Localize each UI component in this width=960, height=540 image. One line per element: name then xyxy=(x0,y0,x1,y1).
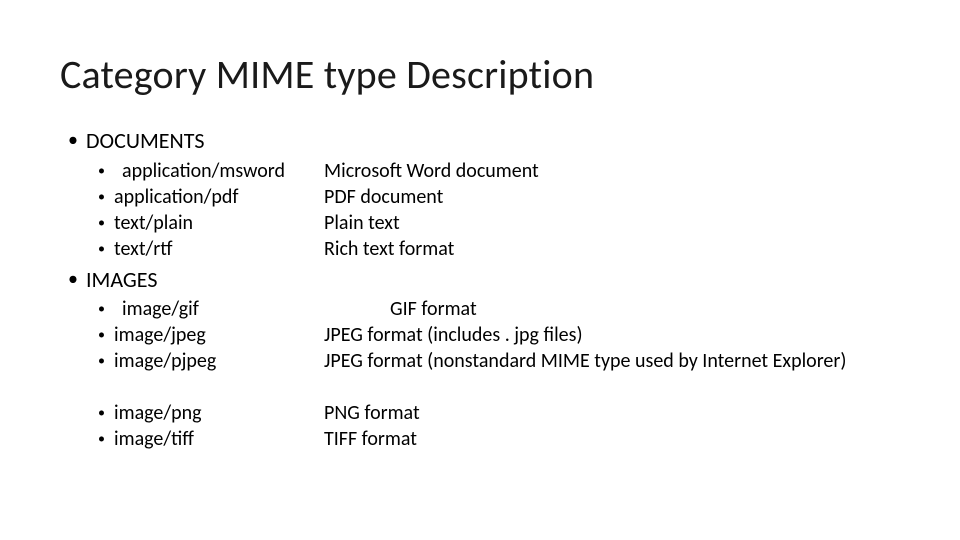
mime-description: Rich text format xyxy=(324,236,900,262)
category-label: IMAGES xyxy=(86,266,157,295)
bullet-icon: • xyxy=(98,296,114,318)
bullet-icon: • xyxy=(98,426,114,448)
mime-type: image/tiff xyxy=(114,426,324,452)
mime-type: application/msword xyxy=(114,158,324,184)
mime-type: image/gif xyxy=(114,296,324,322)
bullet-icon: • xyxy=(98,322,114,344)
mime-type: text/plain xyxy=(114,210,324,236)
mime-row: •image/tiffTIFF format xyxy=(98,426,900,452)
category-label: DOCUMENTS xyxy=(86,127,204,156)
mime-row: •application/pdfPDF document xyxy=(98,184,900,210)
bullet-icon: • xyxy=(98,210,114,232)
mime-type: image/jpeg xyxy=(114,322,324,348)
mime-type: application/pdf xyxy=(114,184,324,210)
mime-description: GIF format xyxy=(324,296,900,322)
bullet-icon: • xyxy=(98,236,114,258)
bullet-icon: • xyxy=(98,158,114,180)
bullet-icon: • xyxy=(68,127,86,153)
mime-description: Plain text xyxy=(324,210,900,236)
bullet-icon: • xyxy=(98,184,114,206)
mime-row: •text/rtfRich text format xyxy=(98,236,900,262)
mime-description: TIFF format xyxy=(324,426,900,452)
mime-row: •application/mswordMicrosoft Word docume… xyxy=(98,158,900,184)
mime-description: JPEG format (nonstandard MIME type used … xyxy=(324,348,900,374)
slide-body: • DOCUMENTS •application/mswordMicrosoft… xyxy=(60,127,900,452)
category-documents: • DOCUMENTS xyxy=(68,127,900,156)
mime-row: •image/pngPNG format xyxy=(98,400,900,426)
bullet-icon: • xyxy=(98,348,114,370)
mime-description: PDF document xyxy=(324,184,900,210)
mime-description: JPEG format (includes . jpg files) xyxy=(324,322,900,348)
bullet-icon: • xyxy=(68,266,86,292)
mime-description: PNG format xyxy=(324,400,900,426)
mime-type: image/png xyxy=(114,400,324,426)
mime-row: •text/plainPlain text xyxy=(98,210,900,236)
slide-title: Category MIME type Description xyxy=(60,50,900,99)
mime-row: •image/pjpegJPEG format (nonstandard MIM… xyxy=(98,348,900,374)
images-list: •image/gifGIF format•image/jpegJPEG form… xyxy=(98,296,900,452)
mime-type: image/pjpeg xyxy=(114,348,324,374)
mime-description: Microsoft Word document xyxy=(324,158,900,184)
documents-list: •application/mswordMicrosoft Word docume… xyxy=(98,158,900,262)
category-images: • IMAGES xyxy=(68,266,900,295)
mime-row: •image/gifGIF format xyxy=(98,296,900,322)
blank-row xyxy=(98,374,900,400)
bullet-icon: • xyxy=(98,400,114,422)
mime-row: •image/jpegJPEG format (includes . jpg f… xyxy=(98,322,900,348)
mime-type: text/rtf xyxy=(114,236,324,262)
